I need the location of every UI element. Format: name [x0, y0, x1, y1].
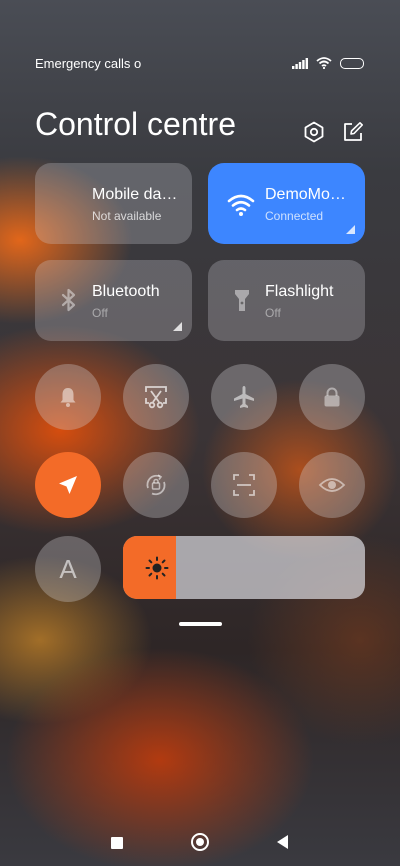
scissors-icon: [145, 386, 167, 409]
home-icon[interactable]: [191, 833, 209, 851]
rotation-lock-icon: [146, 474, 166, 496]
flashlight-status: Off: [265, 306, 281, 320]
page-title: Control centre: [35, 106, 236, 142]
flashlight-tile[interactable]: Flashlight Off: [208, 260, 365, 341]
wifi-tile[interactable]: DemoMo… Connected: [208, 163, 365, 244]
bluetooth-status: Off: [92, 306, 108, 320]
scanner-toggle[interactable]: [211, 452, 277, 518]
mobile-data-title: Mobile da…: [92, 186, 178, 203]
auto-brightness-icon: A: [59, 553, 77, 584]
eye-icon: [318, 478, 346, 492]
flashlight-title: Flashlight: [265, 283, 334, 300]
drag-handle[interactable]: [179, 622, 222, 626]
flashlight-icon: [235, 290, 249, 311]
reading-mode-toggle[interactable]: [299, 452, 365, 518]
back-icon[interactable]: [275, 834, 289, 850]
carrier-text: Emergency calls o: [35, 56, 142, 71]
scan-icon: [233, 474, 255, 496]
signal-icon: [292, 57, 308, 69]
bluetooth-tile[interactable]: Bluetooth Off: [35, 260, 192, 341]
wifi-status: Connected: [265, 209, 324, 223]
expand-corner-icon[interactable]: [346, 225, 355, 234]
status-bar: Emergency calls o: [35, 55, 364, 73]
rotation-lock-toggle[interactable]: [123, 452, 189, 518]
sun-icon: [145, 556, 169, 580]
recents-icon[interactable]: [111, 837, 123, 849]
location-arrow-icon: [59, 476, 77, 494]
airplane-icon: [234, 386, 254, 408]
expand-corner-icon[interactable]: [173, 322, 182, 331]
lock-screen-toggle[interactable]: [299, 364, 365, 430]
bluetooth-icon: [61, 288, 76, 312]
lock-icon: [324, 387, 340, 407]
settings-icon[interactable]: [303, 121, 325, 143]
edit-icon[interactable]: [342, 121, 364, 143]
brightness-slider[interactable]: [123, 536, 365, 599]
mobile-data-status: Not available: [92, 209, 162, 223]
screenshot-toggle[interactable]: [123, 364, 189, 430]
auto-brightness-toggle[interactable]: A: [35, 536, 101, 602]
mobile-data-tile[interactable]: Mobile da… Not available: [35, 163, 192, 244]
location-toggle[interactable]: [35, 452, 101, 518]
bell-icon: [60, 388, 76, 407]
airplane-mode-toggle[interactable]: [211, 364, 277, 430]
wifi-icon: [316, 57, 332, 69]
silent-toggle[interactable]: [35, 364, 101, 430]
bluetooth-title: Bluetooth: [92, 283, 160, 300]
battery-icon: [340, 57, 364, 69]
wifi-icon: [227, 194, 255, 216]
wifi-network-name: DemoMo…: [265, 186, 346, 203]
